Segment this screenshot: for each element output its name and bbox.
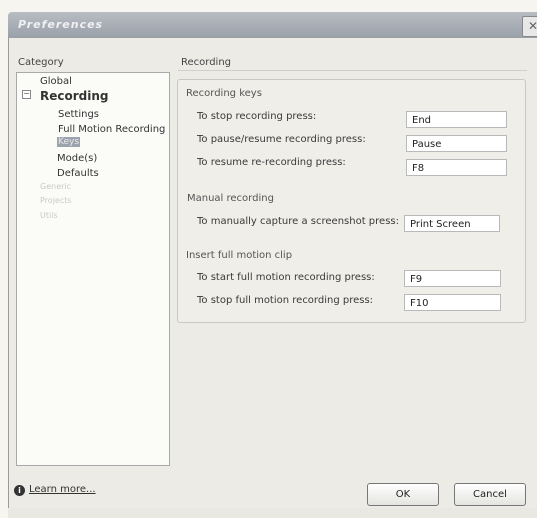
tree-item-global[interactable]: Global bbox=[40, 76, 72, 87]
learn-more-link[interactable]: Learn more... bbox=[29, 484, 96, 495]
pause-resume-key-field[interactable]: Pause bbox=[406, 135, 507, 152]
tree-item-generic[interactable]: Generic bbox=[40, 182, 71, 191]
stop-recording-label: To stop recording press: bbox=[197, 111, 317, 122]
cancel-button[interactable]: Cancel bbox=[454, 483, 526, 506]
tree-item-keys[interactable]: Keys bbox=[57, 137, 81, 147]
resume-rerecording-label: To resume re-recording press: bbox=[197, 157, 346, 168]
collapse-icon[interactable]: − bbox=[22, 90, 31, 99]
category-label: Category bbox=[18, 57, 64, 68]
manual-recording-group-label: Manual recording bbox=[187, 193, 274, 204]
close-icon: ✕ bbox=[527, 19, 537, 33]
title-bar: Preferences ✕ bbox=[8, 12, 537, 38]
ok-button[interactable]: OK bbox=[367, 483, 439, 506]
start-full-motion-key-field[interactable]: F9 bbox=[404, 270, 501, 287]
tree-item-defaults[interactable]: Defaults bbox=[57, 168, 99, 179]
pause-resume-label: To pause/resume recording press: bbox=[197, 134, 366, 145]
close-button[interactable]: ✕ bbox=[522, 16, 537, 37]
section-divider bbox=[178, 70, 527, 71]
tree-item-full-motion-recording[interactable]: Full Motion Recording bbox=[58, 124, 165, 135]
resume-rerecording-key-field[interactable]: F8 bbox=[406, 159, 507, 176]
recording-keys-group-label: Recording keys bbox=[186, 88, 262, 99]
dialog-bottom-edge bbox=[8, 508, 537, 518]
info-icon: i bbox=[14, 485, 25, 496]
section-title: Recording bbox=[181, 57, 232, 68]
manual-capture-label: To manually capture a screenshot press: bbox=[197, 216, 399, 227]
window-title: Preferences bbox=[18, 18, 104, 31]
manual-capture-key-field[interactable]: Print Screen bbox=[404, 215, 500, 232]
full-motion-group-label: Insert full motion clip bbox=[186, 250, 293, 261]
tree-item-recording[interactable]: Recording bbox=[40, 89, 109, 103]
tree-item-modes[interactable]: Mode(s) bbox=[57, 153, 97, 164]
start-full-motion-label: To start full motion recording press: bbox=[197, 272, 375, 283]
tree-item-utils[interactable]: Utils bbox=[40, 211, 58, 220]
stop-full-motion-label: To stop full motion recording press: bbox=[197, 295, 374, 306]
tree-item-projects[interactable]: Projects bbox=[40, 196, 72, 205]
stop-full-motion-key-field[interactable]: F10 bbox=[404, 294, 501, 311]
stop-recording-key-field[interactable]: End bbox=[406, 111, 507, 128]
tree-item-settings[interactable]: Settings bbox=[58, 109, 99, 120]
